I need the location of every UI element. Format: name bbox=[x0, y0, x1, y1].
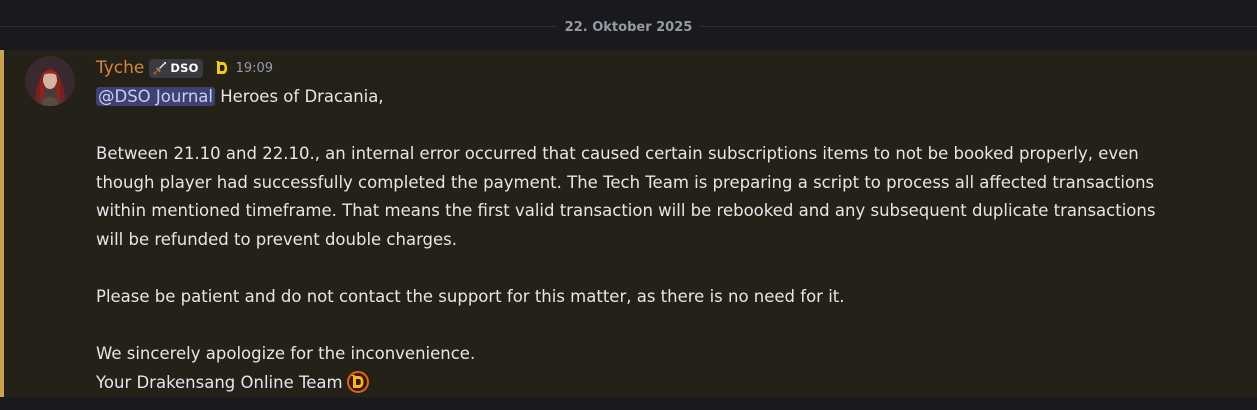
message-line: though player had successfully completed… bbox=[96, 172, 1155, 192]
date-divider-label: 22. Oktober 2025 bbox=[556, 20, 701, 35]
message-content: @DSO Journal Heroes of Dracania, Between… bbox=[96, 83, 1246, 398]
username[interactable]: Tyche bbox=[96, 58, 144, 78]
message-line: within mentioned timeframe. That means t… bbox=[96, 201, 1156, 221]
signature-text: Your Drakensang Online Team bbox=[96, 372, 343, 392]
avatar[interactable] bbox=[25, 56, 75, 106]
message-line: will be refunded to prevent double charg… bbox=[96, 229, 458, 249]
chat-view: 22. Oktober 2025 Tyche DSO 19:09 @DSO Jo… bbox=[0, 0, 1257, 410]
dso-logo-icon[interactable] bbox=[346, 370, 370, 394]
server-tag[interactable]: DSO bbox=[149, 58, 203, 78]
message-list-bottom bbox=[0, 397, 1257, 410]
message-highlighted[interactable]: Tyche DSO 19:09 @DSO Journal Heroes of D… bbox=[0, 50, 1257, 397]
signature-line: Your Drakensang Online Team bbox=[96, 369, 1246, 398]
message-line: We sincerely apologize for the inconveni… bbox=[96, 344, 476, 364]
server-tag-label: DSO bbox=[170, 61, 199, 75]
message-line: Between 21.10 and 22.10., an internal er… bbox=[96, 144, 1139, 164]
message-line-greeting: @DSO Journal Heroes of Dracania, bbox=[96, 83, 1246, 112]
message-header: Tyche DSO 19:09 bbox=[96, 56, 273, 80]
dso-logo-icon[interactable] bbox=[212, 58, 232, 78]
message-line: Please be patient and do not contact the… bbox=[96, 287, 845, 307]
role-mention[interactable]: @DSO Journal bbox=[96, 87, 215, 106]
sword-icon bbox=[152, 61, 167, 76]
message-timestamp[interactable]: 19:09 bbox=[236, 61, 273, 76]
greeting-text: Heroes of Dracania, bbox=[214, 87, 384, 106]
date-divider: 22. Oktober 2025 bbox=[0, 17, 1257, 37]
